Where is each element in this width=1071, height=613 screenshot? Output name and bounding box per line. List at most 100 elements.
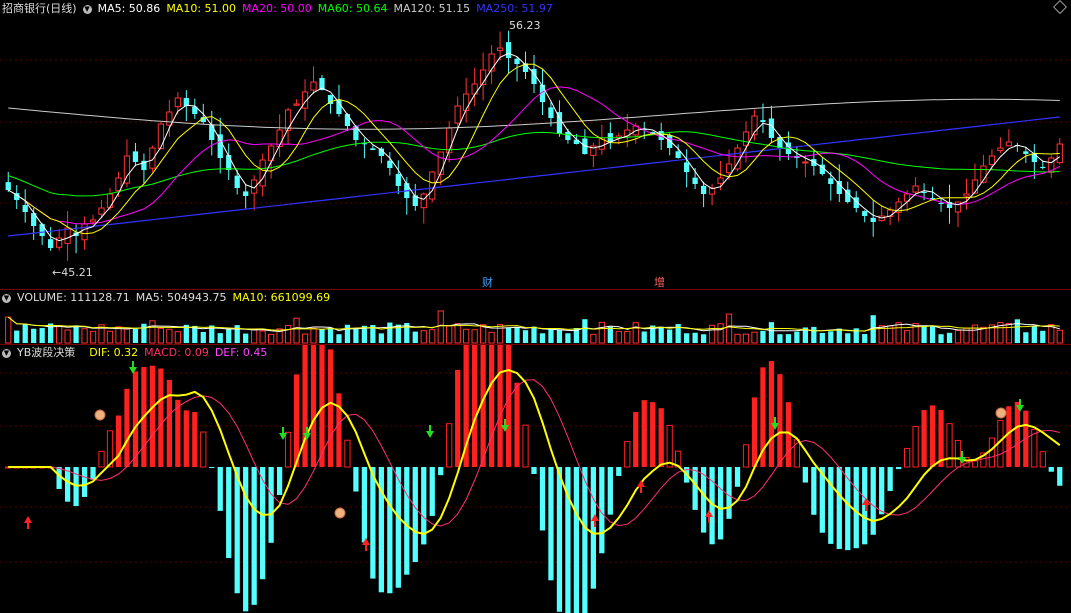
candle-body xyxy=(667,135,673,148)
volume-bar xyxy=(590,333,597,344)
candle-body xyxy=(463,93,470,112)
volume-bar xyxy=(149,320,156,344)
volume-value: VOLUME: 111128.71 xyxy=(17,291,130,304)
event-tag-increase[interactable]: 增 xyxy=(654,274,665,290)
event-tag-finance[interactable]: 财 xyxy=(482,274,493,290)
macd-bar xyxy=(734,467,741,487)
indicator-chart[interactable] xyxy=(0,345,1071,613)
volume-bar xyxy=(565,333,571,343)
volume-bar xyxy=(55,325,63,344)
macd-bar xyxy=(505,345,512,467)
volume-bar xyxy=(1005,322,1013,344)
hand-icon xyxy=(995,407,1007,419)
volume-bar xyxy=(81,328,88,344)
volume-bar xyxy=(123,328,131,344)
volume-bar xyxy=(1014,319,1020,343)
candle-body xyxy=(997,147,1004,152)
volume-bar xyxy=(200,331,206,343)
macd-bar xyxy=(971,460,979,468)
volume-settings-icon[interactable]: ▼ xyxy=(2,293,11,303)
volume-bar xyxy=(514,327,520,343)
volume-bar xyxy=(259,330,266,344)
high-price-label: 56.23 xyxy=(509,19,541,32)
candle-body xyxy=(446,127,453,154)
macd-bar xyxy=(929,405,936,467)
volume-bar xyxy=(531,326,537,343)
macd-bar xyxy=(1039,451,1046,468)
candle-body xyxy=(48,239,54,248)
volume-bar xyxy=(234,325,240,343)
macd-bar xyxy=(522,424,529,468)
macd-bar xyxy=(455,369,461,467)
candle-body xyxy=(870,217,876,222)
macd-bar xyxy=(742,444,750,468)
volume-bar xyxy=(1056,329,1063,344)
candle-body xyxy=(760,120,766,122)
volume-bar xyxy=(141,323,147,343)
buy-arrow-icon xyxy=(24,516,32,523)
indicator-settings-icon[interactable]: ▼ xyxy=(2,348,11,358)
volume-bar xyxy=(768,322,775,343)
ma60-line xyxy=(8,131,1060,197)
macd-bar xyxy=(132,371,139,467)
macd-bar xyxy=(175,399,181,467)
volume-bar xyxy=(5,316,12,344)
macd-bar xyxy=(531,467,537,474)
low-price-label: ←45.21 xyxy=(52,266,93,279)
macd-bar xyxy=(870,467,876,535)
macd-bar xyxy=(344,439,351,468)
macd-bar xyxy=(811,467,817,515)
macd-bar xyxy=(438,467,444,476)
macd-bar xyxy=(217,467,223,511)
volume-bar xyxy=(1023,332,1029,343)
volume-bar xyxy=(284,325,292,344)
candle-body xyxy=(836,180,842,194)
volume-bar xyxy=(929,325,936,343)
volume-bar xyxy=(785,334,792,343)
price-chart[interactable] xyxy=(0,0,1071,289)
price-panel[interactable]: 招商银行(日线) ▼ MA5: 50.86 MA10: 51.00 MA20: 50.0… xyxy=(0,0,1071,289)
macd-bar xyxy=(404,467,410,575)
macd-bar xyxy=(192,412,198,467)
ma-settings-icon[interactable]: ▼ xyxy=(82,4,92,14)
volume-bar xyxy=(624,330,631,344)
volume-bar xyxy=(582,319,588,343)
candle-body xyxy=(988,155,996,165)
volume-panel[interactable]: ▼ VOLUME: 111128.71 MA5: 504943.75 MA10: 66… xyxy=(0,290,1071,344)
macd-bar xyxy=(768,361,775,467)
macd-bar xyxy=(395,467,401,588)
volume-bar xyxy=(1040,330,1046,343)
candle-body xyxy=(742,131,750,146)
volume-bar xyxy=(226,328,232,343)
candle-body xyxy=(387,160,393,168)
volume-bar xyxy=(14,330,20,343)
volume-bar xyxy=(938,334,944,343)
candle-body xyxy=(132,151,139,162)
macd-bar xyxy=(887,467,893,491)
candle-body xyxy=(5,182,11,190)
volume-bar xyxy=(734,333,741,344)
volume-bar xyxy=(760,330,766,343)
volume-bar xyxy=(921,326,927,343)
volume-bar xyxy=(742,333,750,344)
volume-bar xyxy=(607,326,613,343)
candle-body xyxy=(157,123,165,150)
macd-bar xyxy=(921,410,927,467)
macd-bar xyxy=(64,467,71,502)
macd-bar xyxy=(166,379,172,467)
macd-bar xyxy=(1048,467,1054,472)
volume-bar xyxy=(954,329,962,344)
volume-bar xyxy=(387,322,393,343)
indicator-panel[interactable]: ▼ YB波段决策 DIF: 0.32 MACD: 0.09 DEF: 0.45 xyxy=(0,345,1071,613)
macd-bar xyxy=(828,467,834,544)
macd-bar xyxy=(268,467,274,543)
ma-legend-item: MA10: 51.00 xyxy=(166,2,237,15)
ma-legend-item: MA120: 51.15 xyxy=(393,2,471,15)
macd-bar xyxy=(573,467,580,613)
macd-bar xyxy=(853,467,859,549)
macd-bar xyxy=(556,467,563,612)
candle-body xyxy=(912,185,919,193)
volume-bar xyxy=(946,332,953,343)
macd-bar xyxy=(302,345,308,467)
macd-bar xyxy=(209,467,215,468)
